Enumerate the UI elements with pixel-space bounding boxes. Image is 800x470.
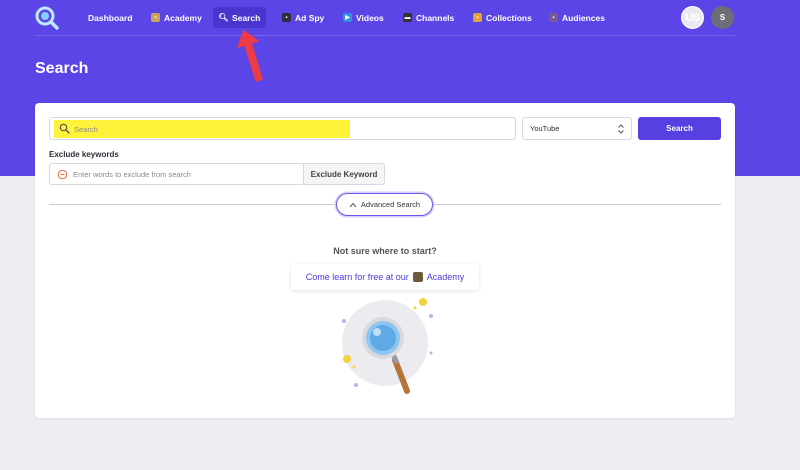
search-box[interactable] (49, 117, 516, 140)
collections-icon: ▪ (473, 13, 482, 22)
audiences-icon: ▪ (549, 13, 558, 22)
video-icon: ▶ (343, 13, 352, 22)
secondary-avatar[interactable]: S (711, 6, 734, 29)
nav-audiences-label: Audiences (562, 12, 605, 23)
channel-icon: ▬ (403, 13, 412, 22)
advanced-search-button[interactable]: Advanced Search (336, 193, 433, 216)
nav-search[interactable]: 🔍︎ Search (213, 7, 267, 28)
top-navbar: Dashboard ▪ Academy 🔍︎ Search ▪ Ad Spy ▶… (0, 0, 800, 36)
exclude-keywords-label: Exclude keywords (49, 150, 119, 159)
chevron-updown-icon (618, 124, 624, 134)
empty-state-prompt: Not sure where to start? (333, 246, 437, 256)
adspy-icon: ▪ (282, 13, 291, 22)
academy-icon (412, 272, 423, 282)
nav-collections-label: Collections (486, 12, 532, 23)
nav-search-label: Search (232, 12, 261, 23)
nav-videos-label: Videos (356, 12, 384, 23)
exclude-keyword-button[interactable]: Exclude Keyword (303, 163, 385, 185)
academy-link-suffix: Academy (426, 272, 465, 282)
academy-link-prefix: Come learn for free at our (305, 272, 409, 282)
nav-adspy[interactable]: ▪ Ad Spy (276, 7, 330, 28)
nav-academy-label: Academy (164, 12, 202, 23)
nav-videos[interactable]: ▶ Videos (337, 7, 390, 28)
chevron-up-icon (349, 202, 357, 207)
nav-dashboard-label: Dashboard (88, 12, 133, 23)
platform-select[interactable]: YouTube (522, 117, 632, 140)
exclude-keywords-box[interactable] (49, 163, 304, 185)
search-icon: 🔍︎ (218, 12, 229, 22)
nav-collections[interactable]: ▪ Collections (467, 7, 538, 28)
user-avatar[interactable]: US (681, 6, 704, 29)
search-button[interactable]: Search (638, 117, 721, 140)
search-input[interactable] (74, 121, 504, 137)
block-icon (57, 169, 68, 180)
advanced-search-label: Advanced Search (360, 200, 421, 209)
nav-adspy-label: Ad Spy (295, 12, 325, 23)
nav-audiences[interactable]: ▪ Audiences (543, 7, 611, 28)
nav-divider (35, 35, 735, 36)
platform-select-value: YouTube (530, 124, 560, 133)
magnifier-illustration-icon (342, 298, 433, 394)
exclude-keywords-input[interactable] (73, 167, 298, 182)
search-card: YouTube Search Exclude keywords Exclude … (35, 103, 735, 418)
search-icon (59, 123, 70, 134)
annotation-arrow-icon (237, 30, 263, 82)
nav-dashboard[interactable]: Dashboard (82, 7, 138, 28)
academy-icon: ▪ (151, 13, 160, 22)
nav-channels[interactable]: ▬ Channels (397, 7, 460, 28)
page-title: Search (35, 60, 89, 77)
nav-academy[interactable]: ▪ Academy (145, 7, 208, 28)
logo-icon[interactable] (34, 5, 60, 31)
nav-channels-label: Channels (416, 12, 455, 23)
academy-link[interactable]: Come learn for free at our Academy (291, 264, 479, 290)
